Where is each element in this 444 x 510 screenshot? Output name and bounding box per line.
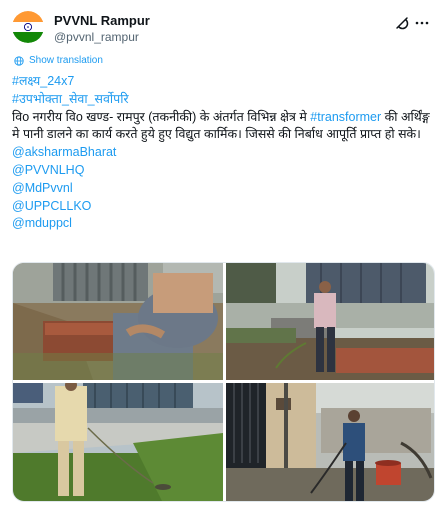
tweet-card: PVVNL Rampur @pvvnl_rampur Show translat… bbox=[0, 0, 444, 510]
show-translation-label: Show translation bbox=[29, 55, 103, 66]
mention-link[interactable]: @MdPvvnl bbox=[12, 180, 436, 198]
hashtag-link[interactable]: #transformer bbox=[310, 110, 381, 124]
mention-link[interactable]: @PVVNLHQ bbox=[12, 162, 436, 180]
mention-link[interactable]: @UPPCLLKO bbox=[12, 198, 436, 216]
india-flag-avatar-icon[interactable] bbox=[12, 11, 44, 43]
photo-2[interactable] bbox=[226, 263, 434, 380]
tweet-text: #लक्ष्य_24x7 #उपभोक्ता_सेवा_सर्वोपरि विo… bbox=[12, 73, 436, 233]
grok-icon[interactable] bbox=[394, 15, 410, 31]
photo-1[interactable] bbox=[13, 263, 223, 380]
mention-link[interactable]: @aksharmaBharat bbox=[12, 144, 436, 162]
photo-3[interactable] bbox=[13, 383, 223, 501]
display-name[interactable]: PVVNL Rampur bbox=[54, 13, 150, 28]
hashtag-link[interactable]: #लक्ष्य_24x7 bbox=[12, 73, 436, 91]
user-handle[interactable]: @pvvnl_rampur bbox=[54, 30, 139, 44]
tweet-text-part: विo नगरीय विo खण्ड- रामपुर (तकनीकी) के अ… bbox=[12, 109, 311, 124]
hashtag-link[interactable]: #उपभोक्ता_सेवा_सर्वोपरि bbox=[12, 91, 436, 109]
tweet-paragraph: विo नगरीय विo खण्ड- रामपुर (तकनीकी) के अ… bbox=[12, 109, 436, 145]
globe-icon bbox=[14, 55, 24, 66]
photo-4[interactable] bbox=[226, 383, 434, 501]
media-grid bbox=[12, 262, 435, 502]
show-translation-link[interactable]: Show translation bbox=[14, 55, 103, 66]
mention-link[interactable]: @mduppcl bbox=[12, 215, 436, 233]
more-options-icon[interactable] bbox=[414, 15, 430, 31]
tweet-header: PVVNL Rampur @pvvnl_rampur bbox=[12, 10, 432, 46]
